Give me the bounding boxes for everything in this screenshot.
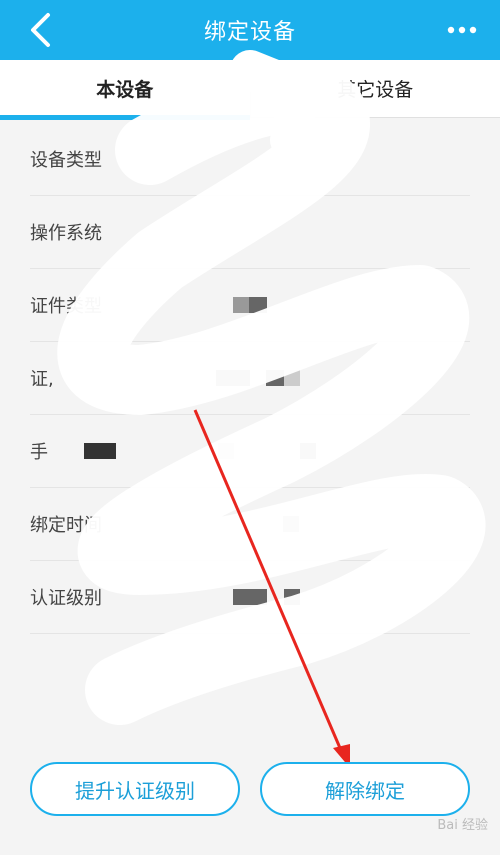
redacted-value (233, 589, 267, 605)
active-tab-indicator (0, 115, 250, 120)
redacted-value (233, 297, 249, 313)
redacted-value (283, 516, 299, 532)
chevron-left-icon (31, 13, 50, 47)
more-dots-icon (447, 26, 477, 34)
row-label: 证件类型 (30, 296, 102, 317)
redacted-value (266, 370, 284, 386)
row-label: 设备类型 (30, 150, 102, 171)
row-label: 操作系统 (30, 223, 102, 244)
unbind-device-button[interactable]: 解除绑定 (260, 762, 470, 816)
device-tabs: 本设备 其它设备 (0, 60, 500, 118)
redacted-value (216, 370, 250, 386)
action-buttons: 提升认证级别 解除绑定 (0, 762, 500, 816)
redacted-value (284, 370, 300, 386)
tab-other-devices[interactable]: 其它设备 (249, 60, 500, 117)
row-label: 认证级别 (30, 588, 102, 609)
row-label: 绑定时间 (30, 515, 102, 536)
redacted-value (249, 297, 267, 313)
row-bind-time: 绑定时间 (30, 488, 470, 561)
more-menu-button[interactable] (444, 12, 480, 48)
row-id-type: 证件类型 (30, 269, 470, 342)
watermark: Bai 经验 (437, 818, 488, 833)
row-device-type: 设备类型 (30, 123, 470, 196)
row-os: 操作系统 (30, 196, 470, 269)
row-id-number: 证, (30, 342, 470, 415)
page-title: 绑定设备 (203, 20, 296, 45)
redacted-value (300, 443, 316, 459)
redacted-value (284, 589, 300, 605)
row-phone: 手 (30, 415, 470, 488)
redacted-value (218, 443, 234, 459)
app-header: 绑定设备 (0, 0, 500, 60)
row-auth-level: 认证级别 (30, 561, 470, 634)
tab-this-device[interactable]: 本设备 (0, 60, 250, 117)
back-button[interactable] (20, 10, 60, 50)
redacted-value (84, 443, 116, 459)
row-label: 证, (30, 369, 54, 390)
upgrade-auth-level-button[interactable]: 提升认证级别 (30, 762, 240, 816)
device-info-list: 设备类型 操作系统 证件类型 证, 手 绑定时间 认证级别 (0, 123, 500, 634)
